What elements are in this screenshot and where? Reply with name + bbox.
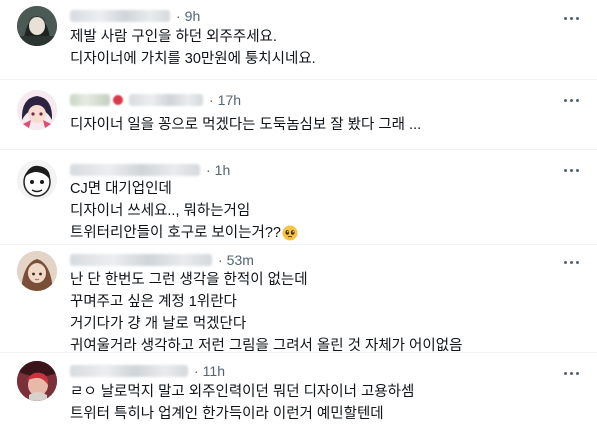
reply-text-line: 디자이너 일을 꽁으로 먹겠다는 도둑놈심보 잘 봤다 그래 ... bbox=[70, 117, 422, 133]
avatar[interactable] bbox=[17, 90, 57, 130]
reply-text-line: 트위터리안들이 호구로 보이는거?? bbox=[70, 225, 281, 241]
avatar[interactable] bbox=[17, 160, 57, 200]
avatar[interactable] bbox=[17, 251, 57, 291]
reply-text-line: 트위터 특히나 업계인 한가득이라 이런거 예민할텐데 bbox=[70, 406, 384, 422]
cherry-icon bbox=[113, 95, 123, 105]
more-options-icon[interactable] bbox=[561, 10, 581, 26]
reply-text: 난 단 한번도 그런 생각을 한적이 없는데 꾸며주고 싶은 계정 1위란다 거… bbox=[70, 269, 462, 357]
reply-text-line: 꾸며주고 싶은 계정 1위란다 bbox=[70, 294, 237, 310]
reply-text-line: 디자이너 쓰세요.., 뭐하는거임 bbox=[70, 203, 251, 219]
reply-item[interactable]: · 17h 디자이너 일을 꽁으로 먹겠다는 도둑놈심보 잘 봤다 그래 ... bbox=[0, 80, 597, 150]
avatar-image bbox=[17, 90, 57, 130]
more-options-icon[interactable] bbox=[561, 162, 581, 178]
timestamp[interactable]: 1h bbox=[215, 162, 231, 178]
separator-dot: · bbox=[218, 252, 223, 268]
avatar-image bbox=[17, 361, 57, 401]
reply-item[interactable]: · 11h ㄹㅇ 날로먹지 말고 외주인력이던 뭐던 디자이너 고용하셈 트위터… bbox=[0, 353, 597, 445]
timestamp[interactable]: 53m bbox=[227, 252, 254, 268]
reply-header: · 53m bbox=[70, 250, 254, 270]
more-options-icon[interactable] bbox=[561, 92, 581, 108]
reply-text-line: 디자이너에 가치를 30만원에 퉁치시네요. bbox=[70, 51, 316, 67]
reply-item[interactable]: · 1h CJ면 대기업인데 디자이너 쓰세요.., 뭐하는거임 트위터리안들이… bbox=[0, 150, 597, 245]
avatar[interactable] bbox=[17, 6, 57, 46]
separator-dot: · bbox=[194, 363, 199, 379]
pleading-face-emoji-icon bbox=[282, 225, 298, 241]
timestamp[interactable]: 9h bbox=[185, 8, 201, 24]
avatar[interactable] bbox=[17, 361, 57, 401]
separator-dot: · bbox=[209, 92, 214, 108]
avatar-image bbox=[17, 6, 57, 46]
timestamp[interactable]: 11h bbox=[203, 363, 225, 379]
reply-text-line: 거기다가 걍 개 날로 먹겠단다 bbox=[70, 316, 247, 332]
reply-text: CJ면 대기업인데 디자이너 쓰세요.., 뭐하는거임 트위터리안들이 호구로 … bbox=[70, 178, 298, 244]
separator-dot: · bbox=[176, 8, 181, 24]
blurred-username[interactable] bbox=[70, 365, 188, 377]
avatar-image bbox=[17, 251, 57, 291]
reply-header: · 17h bbox=[70, 90, 241, 110]
more-options-icon[interactable] bbox=[561, 365, 581, 381]
blurred-username[interactable] bbox=[70, 164, 200, 176]
reply-item[interactable]: · 9h 제발 사람 구인을 하던 외주주세요. 디자이너에 가치를 30만원에… bbox=[0, 0, 597, 80]
reply-text: 제발 사람 구인을 하던 외주주세요. 디자이너에 가치를 30만원에 퉁치시네… bbox=[70, 26, 316, 70]
reply-text: ㄹㅇ 날로먹지 말고 외주인력이던 뭐던 디자이너 고용하셈 트위터 특히나 업… bbox=[70, 381, 414, 425]
timestamp[interactable]: 17h bbox=[218, 92, 241, 108]
more-options-icon[interactable] bbox=[561, 254, 581, 270]
blurred-username[interactable] bbox=[70, 94, 110, 106]
reply-text: 디자이너 일을 꽁으로 먹겠다는 도둑놈심보 잘 봤다 그래 ... bbox=[70, 114, 421, 136]
avatar-image bbox=[17, 160, 57, 200]
reply-text-line: ㄹㅇ 날로먹지 말고 외주인력이던 뭐던 디자이너 고용하셈 bbox=[70, 384, 415, 400]
reply-header: · 11h bbox=[70, 361, 225, 381]
blurred-username[interactable] bbox=[129, 94, 203, 106]
separator-dot: · bbox=[206, 162, 211, 178]
reply-item[interactable]: · 53m 난 단 한번도 그런 생각을 한적이 없는데 꾸며주고 싶은 계정 … bbox=[0, 245, 597, 354]
blurred-username[interactable] bbox=[70, 254, 212, 266]
reply-text-line: 난 단 한번도 그런 생각을 한적이 없는데 bbox=[70, 272, 308, 288]
blurred-username[interactable] bbox=[70, 10, 170, 22]
reply-text-line: 제발 사람 구인을 하던 외주주세요. bbox=[70, 29, 277, 45]
reply-header: · 1h bbox=[70, 160, 230, 180]
reply-header: · 9h bbox=[70, 6, 200, 26]
reply-text-line: CJ면 대기업인데 bbox=[70, 181, 172, 197]
